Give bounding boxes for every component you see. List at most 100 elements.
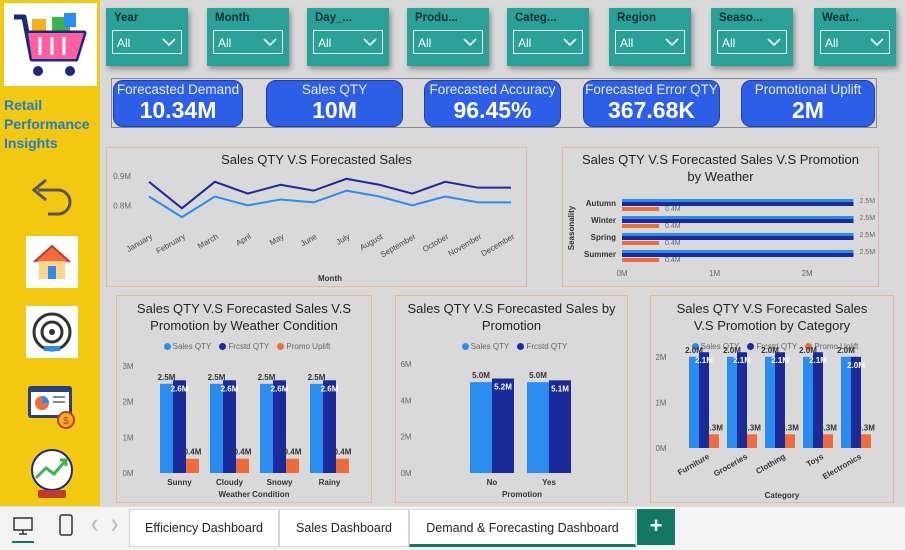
- bar-sales-qty: [727, 356, 737, 448]
- slicer-dropdown[interactable]: All: [717, 30, 787, 54]
- chevron-down-icon: [263, 38, 277, 47]
- kpi-title: Forecasted Demand: [116, 82, 240, 97]
- x-tick-label: Sunny: [167, 478, 192, 487]
- home-icon[interactable]: [26, 236, 78, 288]
- bar-frcstd-qty: [699, 352, 709, 448]
- tab-efficiency-dashboard[interactable]: Efficiency Dashboard: [129, 509, 279, 547]
- bar-sales-qty: [841, 356, 851, 448]
- data-label: 0.3M: [857, 423, 875, 432]
- chevron-left-icon[interactable]: ❮: [90, 518, 99, 531]
- x-tick-label: 2M: [802, 269, 813, 278]
- bar-sales-qty: [689, 356, 699, 448]
- data-label: 0.4M: [665, 206, 681, 213]
- brand-title: Retail Performance Insights: [4, 97, 90, 151]
- bar-frcstd-qty: [851, 356, 861, 448]
- x-tick-label: April: [234, 232, 253, 248]
- kpi-card: Forecasted Error QTY 367.68K: [583, 80, 720, 127]
- bar-frcstd-qty: [622, 219, 854, 223]
- slicer-label: Month: [215, 12, 250, 24]
- slicer-month[interactable]: Month All: [207, 8, 289, 66]
- slicer-weat[interactable]: Weat... All: [814, 8, 896, 66]
- line-chart: 0.8M 0.9M January February March April May June…: [113, 172, 517, 283]
- slicer-label: Produ...: [415, 12, 458, 24]
- bar-frcstd-qty: [813, 352, 823, 448]
- data-label: 0.3M: [705, 423, 723, 432]
- x-tick-label: Snowy: [267, 478, 293, 487]
- panel-weather-condition: Sales QTY V.S Forecasted Sales V.S Promo…: [116, 295, 372, 503]
- slicer-dropdown[interactable]: All: [213, 30, 283, 54]
- data-label: 0.4M: [234, 448, 252, 457]
- data-label: 2.1M: [733, 356, 751, 365]
- x-tick-label: Yes: [542, 478, 556, 487]
- slicer-dropdown[interactable]: All: [112, 30, 182, 54]
- add-page-button[interactable]: +: [637, 509, 675, 545]
- shopping-cart-logo-icon: [4, 3, 97, 86]
- chevron-down-icon: [162, 38, 176, 47]
- target-icon[interactable]: [26, 306, 78, 358]
- slicer-day[interactable]: Day_... All: [307, 8, 389, 66]
- slicer-label: Categ...: [515, 12, 557, 24]
- bar-promo-uplift: [236, 458, 249, 473]
- data-label: 0.3M: [781, 423, 799, 432]
- bar-chart: 0M1M2M3M2.5M2.6M0.4MSunny2.5M2.6M0.4MClo…: [122, 362, 351, 499]
- data-label: 2.6M: [221, 384, 239, 393]
- x-tick-label: January: [125, 232, 154, 254]
- chevron-down-icon: [463, 38, 477, 47]
- bar-promo-uplift: [861, 434, 871, 448]
- data-label: 2.5M: [859, 232, 875, 239]
- bar-promo-uplift: [622, 241, 660, 245]
- category-label: Spring: [591, 233, 616, 242]
- growth-globe-icon[interactable]: [24, 446, 80, 502]
- x-tick-label: Furniture: [676, 452, 711, 478]
- x-tick-label: February: [155, 232, 187, 256]
- slicer-value: All: [218, 36, 232, 50]
- y-tick-label: 6M: [400, 360, 411, 369]
- slicer-dropdown[interactable]: All: [513, 30, 583, 54]
- bar-promo-uplift: [747, 434, 757, 448]
- slicer-dropdown[interactable]: All: [313, 30, 383, 54]
- page-tab-bar: ❮ ❯ Efficiency Dashboard Sales Dashboard…: [0, 506, 905, 550]
- slicer-produ[interactable]: Produ... All: [407, 8, 489, 66]
- tab-demand-forecasting-dashboard[interactable]: Demand & Forecasting Dashboard: [409, 509, 636, 547]
- y-tick-label: 0M: [400, 469, 411, 478]
- slicer-dropdown[interactable]: All: [413, 30, 483, 54]
- slicer-year[interactable]: Year All: [106, 8, 188, 66]
- x-tick-label: December: [480, 232, 517, 258]
- slicer-dropdown[interactable]: All: [615, 30, 685, 54]
- kpi-value: 2M: [792, 97, 824, 123]
- slicer-dropdown[interactable]: All: [820, 30, 890, 54]
- x-tick-label: Cloudy: [216, 478, 244, 487]
- bar-promo-uplift: [785, 434, 795, 448]
- data-label: 2.1M: [809, 356, 827, 365]
- slicer-categ[interactable]: Categ... All: [507, 8, 589, 66]
- chevron-right-icon[interactable]: ❯: [110, 518, 119, 531]
- desktop-view-icon[interactable]: [12, 515, 34, 543]
- bar-sales-qty: [803, 356, 813, 448]
- y-tick-label: 2M: [122, 398, 133, 407]
- panel-promotion: Sales QTY V.S Forecasted Sales by Promot…: [395, 295, 628, 503]
- back-arrow-icon[interactable]: [24, 168, 78, 222]
- bar-promo-uplift: [186, 458, 199, 473]
- data-label: 2.5M: [859, 249, 875, 256]
- bar-frcstd-qty: [622, 202, 854, 206]
- slicer-region[interactable]: Region All: [609, 8, 691, 66]
- x-tick-label: September: [379, 232, 418, 260]
- slicer-value: All: [825, 36, 839, 50]
- slicer-seaso[interactable]: Seaso... All: [711, 8, 793, 66]
- slicer-value: All: [722, 36, 736, 50]
- data-label: 0.4M: [665, 223, 681, 230]
- dashboard-report-icon[interactable]: $: [26, 382, 78, 430]
- slicer-label: Day_...: [315, 12, 353, 24]
- tab-sales-dashboard[interactable]: Sales Dashboard: [279, 509, 409, 547]
- y-tick-label: 0M: [655, 444, 666, 453]
- bar-chart: 0M 2M 4M 6M 5.0M 5.2M No 5.0M 5.1M YesPromotion: [400, 360, 571, 499]
- panel-category: Sales QTY V.S Forecasted Sales V.S Promo…: [650, 295, 894, 503]
- mobile-view-icon[interactable]: [58, 513, 74, 537]
- chevron-down-icon: [363, 38, 377, 47]
- data-label: 0.3M: [819, 423, 837, 432]
- series-line-sales-qty: [148, 189, 511, 219]
- x-tick-label: July: [335, 232, 352, 247]
- category-label: Summer: [584, 250, 616, 259]
- data-label: 2.0M: [847, 361, 865, 370]
- kpi-card: Promotional Uplift 2M: [741, 80, 875, 127]
